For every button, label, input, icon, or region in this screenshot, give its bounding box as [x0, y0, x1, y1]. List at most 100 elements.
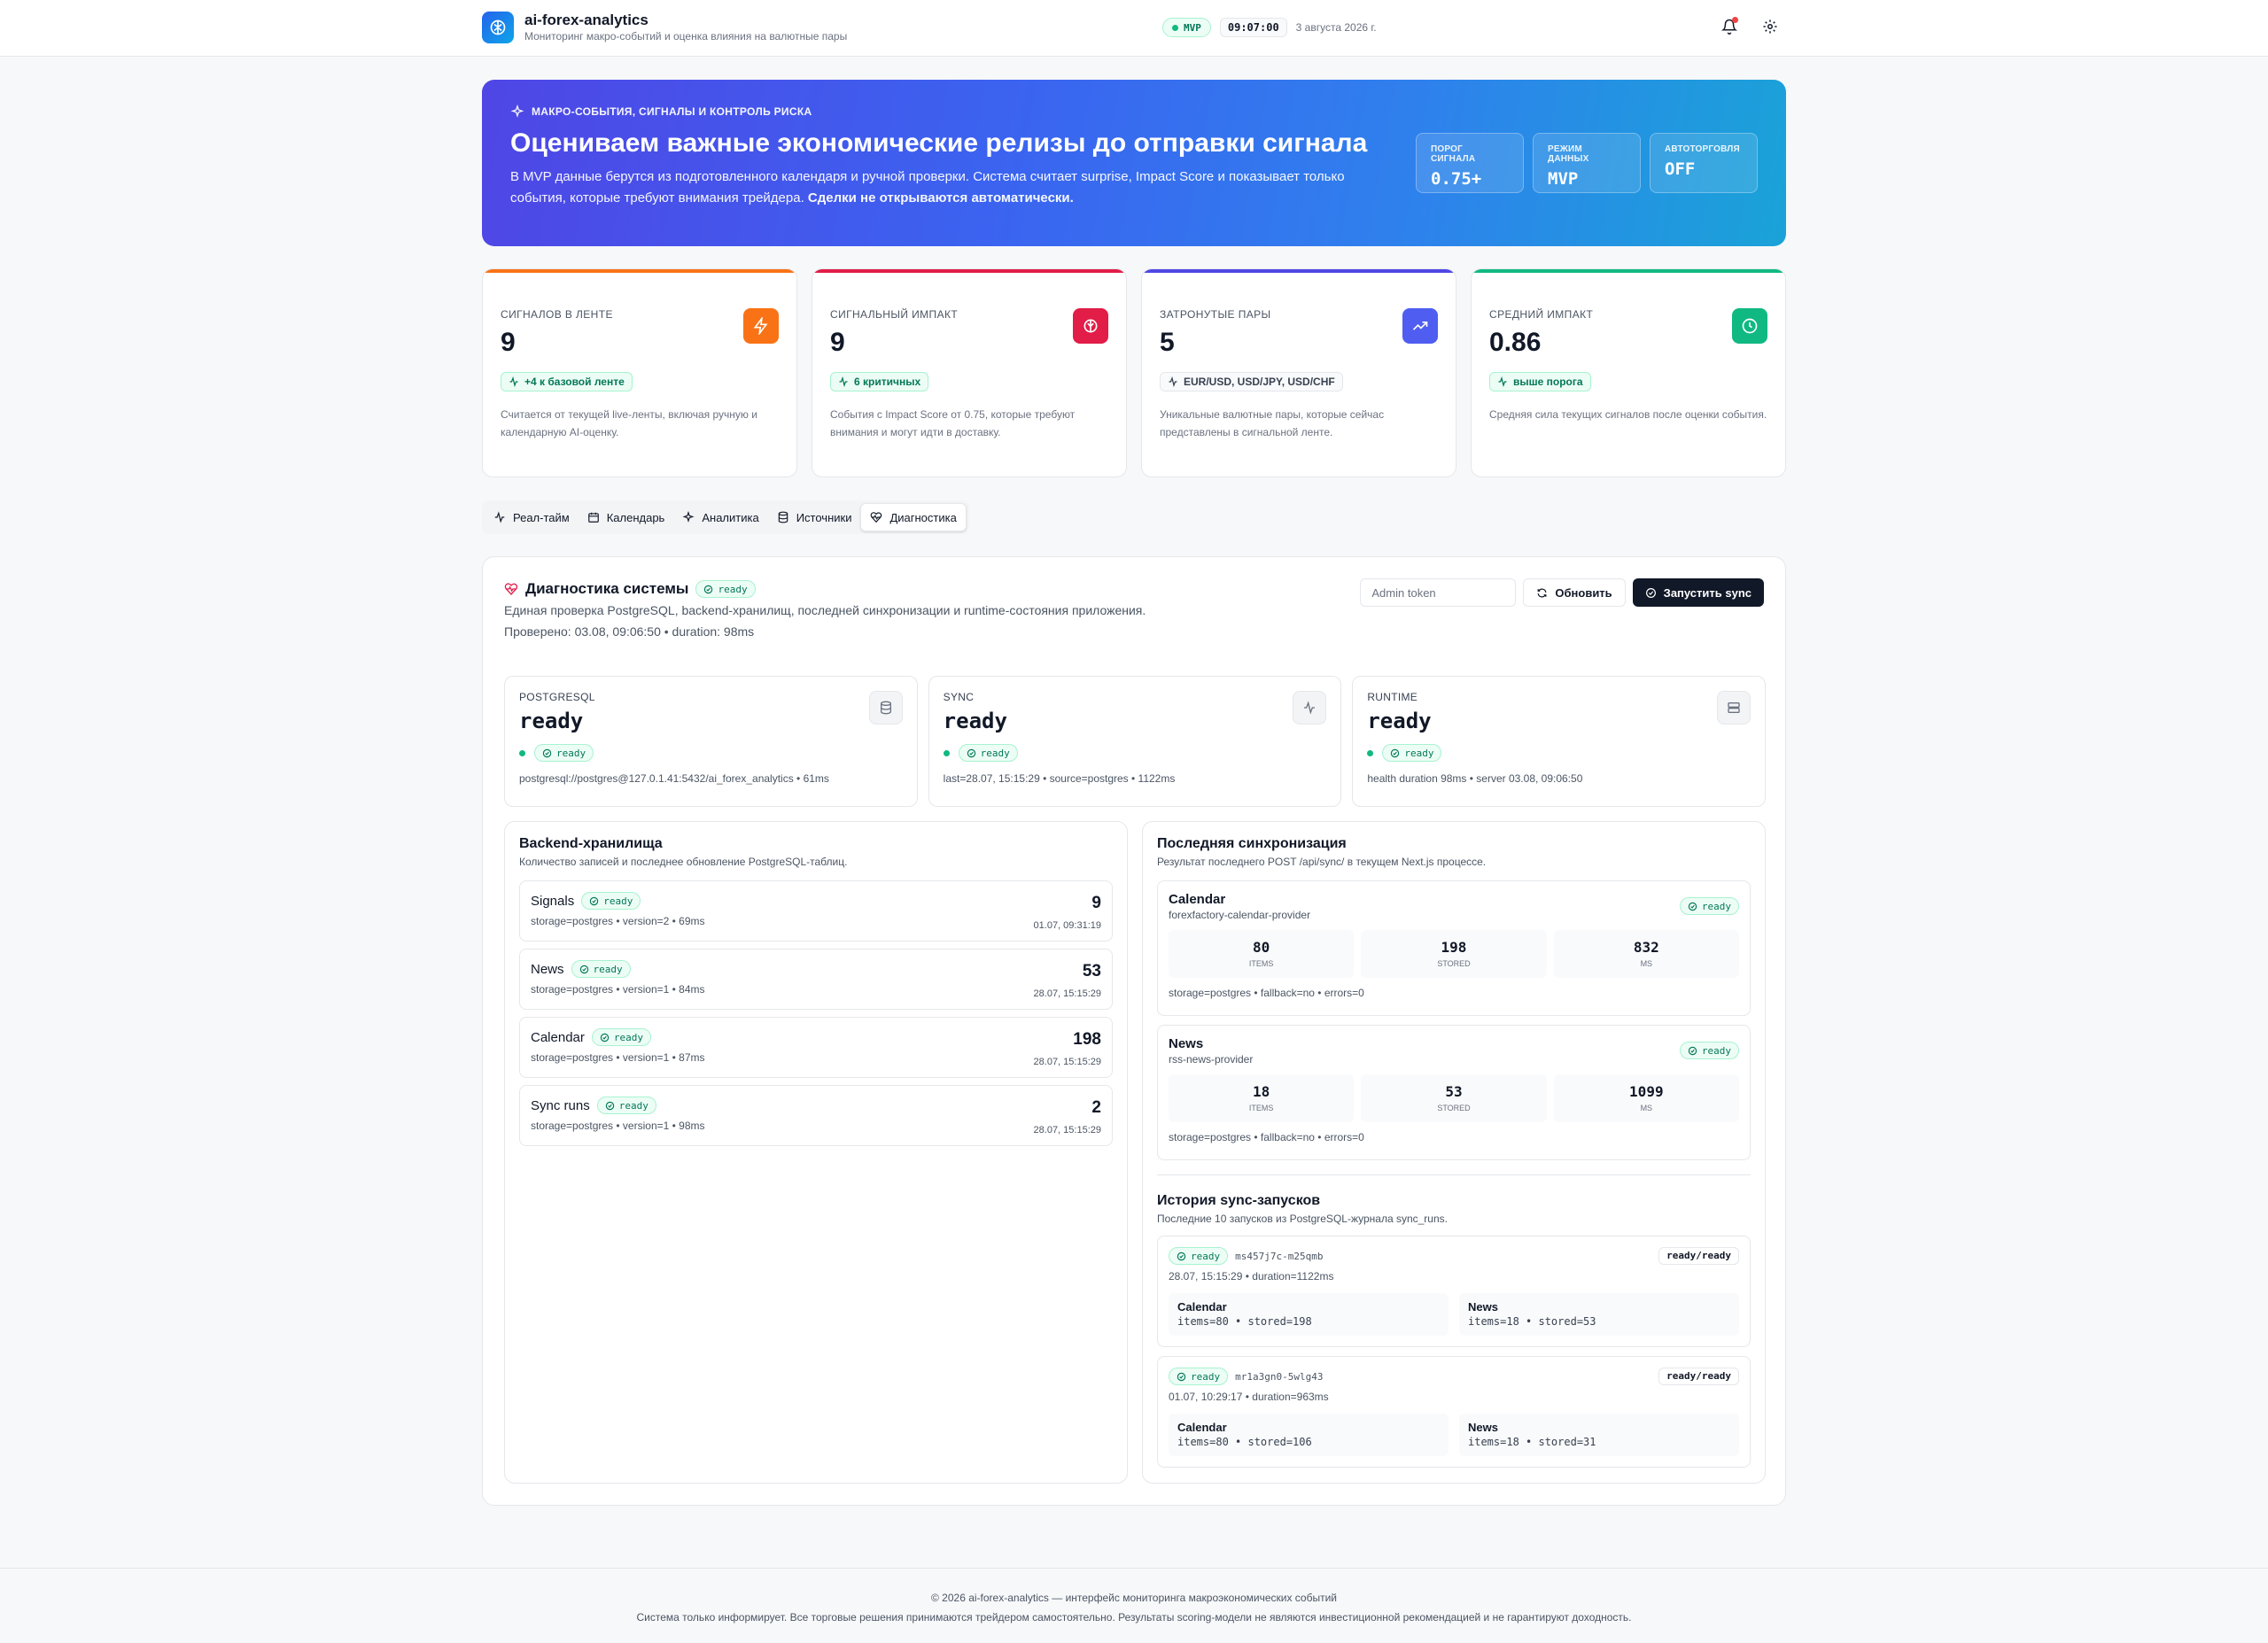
storage-name: Calendar: [531, 1029, 585, 1045]
diagnostics-panel: Диагностика системы ready Единая проверк…: [482, 556, 1786, 1506]
storage-row-sync-runs: Sync runs ready storage=postgres • versi…: [519, 1085, 1113, 1146]
zap-icon: [743, 308, 779, 344]
status-badge: ready: [695, 580, 756, 598]
status-badge: ready: [1169, 1368, 1229, 1385]
check-circle-icon: [590, 896, 599, 905]
metric-ms: 832 MS: [1553, 930, 1739, 978]
metric-stored: 53 STORED: [1361, 1074, 1547, 1122]
kpi-accent-bar: [483, 269, 796, 273]
hero-stat-autotrading: АВТОТОРГОВЛЯ OFF: [1650, 133, 1758, 193]
database-icon: [868, 691, 903, 725]
check-circle-icon: [967, 748, 975, 757]
last-sync-section: Последняя синхронизация Результат послед…: [1142, 821, 1766, 1484]
status-label: ready: [613, 1031, 643, 1043]
status-badge: ready: [1679, 897, 1739, 915]
status-dot: [519, 749, 525, 756]
server-icon: [1717, 691, 1751, 725]
tab-analytics[interactable]: Аналитика: [673, 503, 767, 531]
storage-meta: storage=postgres • version=2 • 69ms: [531, 915, 705, 927]
history-subtitle: Последние 10 запусков из PostgreSQL-журн…: [1157, 1213, 1448, 1225]
service-value: ready: [1367, 709, 1432, 733]
tab-label: Аналитика: [702, 510, 759, 524]
section-title: Backend-хранилища: [519, 836, 663, 851]
status-label: ready: [556, 747, 586, 759]
sync-provider: forexfactory-calendar-provider: [1169, 909, 1311, 921]
kpi-badge: 6 критичных: [830, 372, 929, 391]
storage-date: 28.07, 15:15:29: [1033, 1057, 1101, 1067]
diagnostics-checked: Проверено: 03.08, 09:06:50 • duration: 9…: [504, 624, 755, 639]
kpi-accent-bar: [1472, 269, 1785, 273]
section-title: Последняя синхронизация: [1157, 836, 1347, 851]
run-cell: News items=18 • stored=31: [1459, 1414, 1739, 1456]
section-subtitle: Результат последнего POST /api/sync/ в т…: [1157, 856, 1487, 868]
calendar-icon: [587, 512, 599, 523]
hero-stat-label: АВТОТОРГОВЛЯ: [1665, 144, 1740, 154]
mode-badge-label: MVP: [1184, 21, 1201, 34]
storage-count: 2: [1091, 1098, 1101, 1117]
metric-value: 1099: [1629, 1083, 1664, 1100]
run-id: ms457j7c-m25qmb: [1235, 1250, 1324, 1262]
run-sync-button[interactable]: Запустить sync: [1632, 578, 1764, 607]
activity-icon: [1498, 376, 1507, 387]
metric-label: MS: [1640, 959, 1653, 968]
storage-date: 28.07, 15:15:29: [1033, 1125, 1101, 1135]
metric-items: 18 ITEMS: [1169, 1074, 1355, 1122]
trending-up-icon: [1402, 308, 1438, 344]
check-circle-icon: [605, 1101, 614, 1110]
storage-date: 28.07, 15:15:29: [1033, 988, 1101, 999]
metric-value: 198: [1441, 939, 1467, 956]
kpi-accent-bar: [812, 269, 1126, 273]
diagnostics-subtitle: Единая проверка PostgreSQL, backend-хран…: [504, 603, 1146, 617]
kpi-label: Сигналов в ленте: [501, 308, 613, 321]
mode-badge: MVP: [1162, 18, 1211, 37]
status-label: ready: [980, 747, 1010, 759]
service-meta: last=28.07, 15:15:29 • source=postgres •…: [943, 772, 1176, 785]
sync-name: News: [1169, 1036, 1204, 1051]
kpi-card-signals: Сигналов в ленте 9 +4 к базовой ленте Сч…: [482, 268, 797, 477]
run-tag: ready/ready: [1658, 1247, 1739, 1265]
tab-realtime[interactable]: Реал-тайм: [485, 503, 579, 531]
settings-button[interactable]: [1759, 16, 1781, 37]
gear-icon: [1763, 19, 1777, 34]
main-tabs: Реал-тайм Календарь Аналитика Источники …: [482, 500, 969, 534]
kpi-badge: выше порога: [1489, 372, 1591, 391]
check-circle-icon: [600, 1033, 610, 1042]
hero-kicker: МАКРО-СОБЫТИЯ, СИГНАЛЫ И КОНТРОЛЬ РИСКА: [532, 105, 812, 118]
status-badge: ready: [534, 744, 594, 762]
hero-stat-threshold: ПОРОГ СИГНАЛА 0.75+: [1416, 133, 1524, 193]
kpi-value: 9: [830, 328, 845, 357]
metric-label: ITEMS: [1248, 959, 1274, 968]
heart-pulse-icon: [871, 512, 882, 523]
brand[interactable]: ai-forex-analytics Мониторинг макро-собы…: [482, 12, 847, 43]
metric-label: MS: [1640, 1104, 1653, 1112]
status-badge: ready: [581, 892, 641, 910]
metric-label: ITEMS: [1248, 1104, 1274, 1112]
refresh-button[interactable]: Обновить: [1523, 578, 1626, 607]
hero-description: В MVP данные берутся из подготовленного …: [510, 167, 1396, 209]
service-label: PostgreSQL: [519, 691, 595, 703]
metric-value: 18: [1253, 1083, 1270, 1100]
status-label: ready: [1191, 1250, 1221, 1262]
tab-diagnostics[interactable]: Диагностика: [860, 503, 967, 531]
service-label: Sync: [943, 691, 975, 703]
divider: [1157, 1174, 1751, 1175]
sync-card-calendar: Calendar forexfactory-calendar-provider …: [1157, 880, 1751, 1016]
status-badge: ready: [571, 960, 631, 978]
footer-disclaimer: Система только информирует. Все торговые…: [636, 1611, 1632, 1624]
sync-footer: storage=postgres • fallback=no • errors=…: [1169, 1131, 1364, 1143]
hero-stat-data-mode: РЕЖИМ ДАННЫХ MVP: [1533, 133, 1641, 193]
metric-ms: 1099 MS: [1553, 1074, 1739, 1122]
hero-desc-bold: Сделки не открываются автоматически.: [807, 190, 1074, 205]
history-run: ready mr1a3gn0-5wlg43 ready/ready 01.07,…: [1157, 1356, 1751, 1468]
notifications-button[interactable]: [1719, 16, 1740, 37]
storage-count: 53: [1082, 962, 1101, 980]
run-meta: 01.07, 10:29:17 • duration=963ms: [1169, 1391, 1329, 1403]
tab-sources[interactable]: Источники: [768, 503, 861, 531]
admin-token-input[interactable]: [1360, 578, 1517, 607]
clock: 09:07:00: [1219, 18, 1287, 37]
status-label: ready: [1701, 900, 1731, 912]
service-meta: postgresql://postgres@127.0.1.41:5432/ai…: [519, 772, 829, 785]
history-run: ready ms457j7c-m25qmb ready/ready 28.07,…: [1157, 1236, 1751, 1347]
tab-calendar[interactable]: Календарь: [579, 503, 674, 531]
service-meta: health duration 98ms • server 03.08, 09:…: [1367, 772, 1583, 785]
